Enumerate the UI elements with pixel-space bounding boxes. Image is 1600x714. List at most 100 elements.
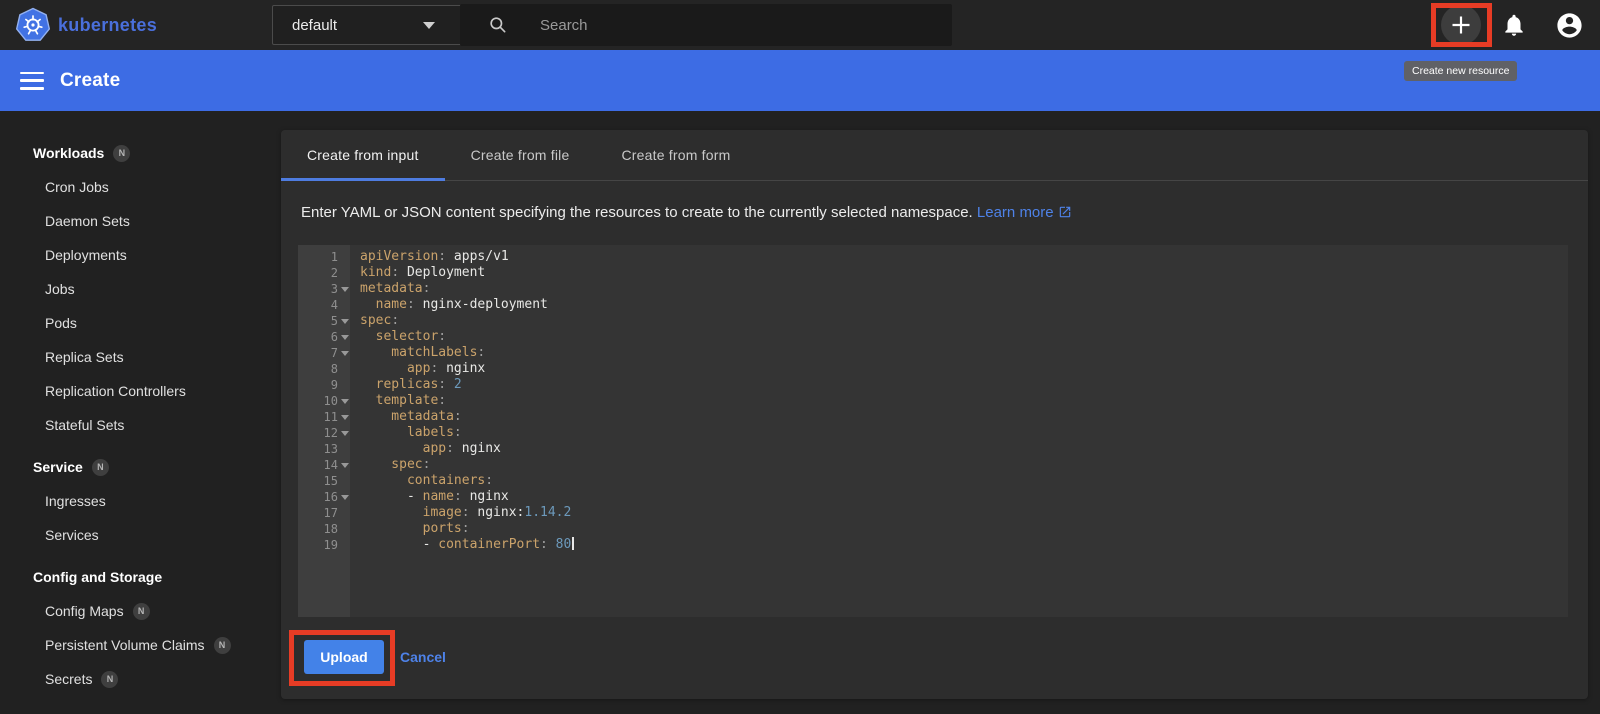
- code-line: 1 apiVersion: apps/v1: [298, 249, 1568, 265]
- tab-create-from-input[interactable]: Create from input: [281, 130, 445, 181]
- kubernetes-logo-icon: [16, 7, 50, 41]
- new-badge: N: [101, 670, 119, 688]
- sidebar-item-replica-sets[interactable]: Replica Sets: [0, 340, 278, 374]
- search-bar[interactable]: [460, 4, 952, 46]
- account-button[interactable]: [1549, 5, 1589, 45]
- line-number: 16: [323, 490, 338, 504]
- yaml-editor-lines: 1 apiVersion: apps/v1 2 kind: Deployment 3 me…: [298, 245, 1568, 553]
- yaml-editor[interactable]: 1 apiVersion: apps/v1 2 kind: Deployment 3 me…: [298, 245, 1568, 617]
- line-number: 9: [330, 378, 338, 392]
- tooltip: Create new resource: [1404, 61, 1518, 81]
- line-number: 11: [323, 410, 338, 424]
- line-number: 15: [323, 474, 338, 488]
- sidebar-item-daemon-sets[interactable]: Daemon Sets: [0, 204, 278, 238]
- code-line: 13 app: nginx: [298, 441, 1568, 457]
- code-line: 2 kind: Deployment: [298, 265, 1568, 281]
- notifications-button[interactable]: [1494, 5, 1534, 45]
- code-line: 5 spec:: [298, 313, 1568, 329]
- new-badge: N: [91, 458, 109, 476]
- fold-arrow-icon[interactable]: [338, 399, 350, 404]
- line-number: 19: [323, 538, 338, 552]
- create-card: Create from input Create from file Creat…: [281, 130, 1588, 699]
- fold-arrow-icon[interactable]: [338, 495, 350, 500]
- account-icon: [1556, 12, 1582, 38]
- line-number: 1: [330, 250, 338, 264]
- new-badge: N: [213, 636, 231, 654]
- tab-create-from-file[interactable]: Create from file: [445, 130, 596, 180]
- sidebar-section-service[interactable]: Service N: [0, 450, 278, 484]
- sidebar-item-services[interactable]: Services: [0, 518, 278, 552]
- namespace-select[interactable]: default: [272, 5, 468, 45]
- sidebar-item-config-maps[interactable]: Config Maps N: [0, 594, 278, 628]
- fold-arrow-icon[interactable]: [338, 287, 350, 292]
- tab-create-from-form[interactable]: Create from form: [595, 130, 756, 180]
- top-bar: kubernetes default: [0, 0, 1600, 50]
- instruction-text: Enter YAML or JSON content specifying th…: [301, 204, 1588, 221]
- sidebar-item-ingresses[interactable]: Ingresses: [0, 484, 278, 518]
- line-number: 5: [330, 314, 338, 328]
- code-line: 6 selector:: [298, 329, 1568, 345]
- sidebar-item-persistent-volume-claims[interactable]: Persistent Volume Claims N: [0, 628, 278, 662]
- line-number: 12: [323, 426, 338, 440]
- page-title: Create: [60, 69, 121, 91]
- code-line: 18 ports:: [298, 521, 1568, 537]
- line-number: 3: [330, 282, 338, 296]
- code-line: 17 image: nginx:1.14.2: [298, 505, 1568, 521]
- brand-title: kubernetes: [58, 15, 158, 35]
- line-number: 6: [330, 330, 338, 344]
- sidebar-item-stateful-sets[interactable]: Stateful Sets: [0, 408, 278, 442]
- chevron-down-icon: [423, 21, 435, 29]
- fold-arrow-icon[interactable]: [338, 319, 350, 324]
- code-line: 19 - containerPort: 80: [298, 537, 1568, 553]
- line-number: 18: [323, 522, 338, 536]
- sidebar-item-secrets[interactable]: Secrets N: [0, 662, 278, 696]
- code-line: 10 template:: [298, 393, 1568, 409]
- search-input[interactable]: [540, 16, 952, 34]
- code-line: 3 metadata:: [298, 281, 1568, 297]
- code-line: 11 metadata:: [298, 409, 1568, 425]
- sidebar-section-config-and-storage[interactable]: Config and Storage: [0, 560, 278, 594]
- code-line: 8 app: nginx: [298, 361, 1568, 377]
- learn-more-link[interactable]: Learn more: [977, 204, 1054, 221]
- plus-icon: [1452, 16, 1470, 34]
- tab-bar: Create from input Create from file Creat…: [281, 130, 1588, 181]
- fold-arrow-icon[interactable]: [338, 431, 350, 436]
- kubernetes-dashboard: kubernetes default Search Create Create …: [0, 0, 1600, 714]
- cancel-button[interactable]: Cancel: [400, 640, 446, 674]
- fold-arrow-icon[interactable]: [338, 463, 350, 468]
- external-link-icon: [1059, 206, 1070, 218]
- line-number: 7: [330, 346, 338, 360]
- search-icon: [490, 17, 506, 33]
- sidebar-item-pods[interactable]: Pods: [0, 306, 278, 340]
- line-number: 2: [330, 266, 338, 280]
- sidebar-section-workloads[interactable]: Workloads N: [0, 136, 278, 170]
- namespace-value: default: [292, 16, 338, 34]
- tab-label: Create from input: [307, 147, 419, 163]
- code-line: 15 containers:: [298, 473, 1568, 489]
- text-cursor: [572, 537, 575, 550]
- sidebar-item-deployments[interactable]: Deployments: [0, 238, 278, 272]
- code-line: 14 spec:: [298, 457, 1568, 473]
- sidebar-item-jobs[interactable]: Jobs: [0, 272, 278, 306]
- create-new-resource-button[interactable]: [1441, 5, 1481, 45]
- sidebar-nav: Workloads N Cron Jobs Daemon Sets Deployment…: [0, 111, 278, 714]
- line-number: 14: [323, 458, 338, 472]
- code-line: 9 replicas: 2: [298, 377, 1568, 393]
- code-line: 16 - name: nginx: [298, 489, 1568, 505]
- fold-arrow-icon[interactable]: [338, 335, 350, 340]
- sidebar-item-cron-jobs[interactable]: Cron Jobs: [0, 170, 278, 204]
- new-badge: N: [113, 144, 131, 162]
- code-line: 4 name: nginx-deployment: [298, 297, 1568, 313]
- line-number: 17: [323, 506, 338, 520]
- line-number: 13: [323, 442, 338, 456]
- new-badge: N: [132, 602, 150, 620]
- code-line: 12 labels:: [298, 425, 1568, 441]
- fold-arrow-icon[interactable]: [338, 415, 350, 420]
- line-number: 8: [330, 362, 338, 376]
- app-bar: Create: [0, 50, 1600, 111]
- fold-arrow-icon[interactable]: [338, 351, 350, 356]
- upload-button[interactable]: Upload: [304, 640, 384, 674]
- sidebar-item-replication-controllers[interactable]: Replication Controllers: [0, 374, 278, 408]
- menu-button[interactable]: [20, 71, 44, 90]
- bell-icon: [1505, 14, 1523, 36]
